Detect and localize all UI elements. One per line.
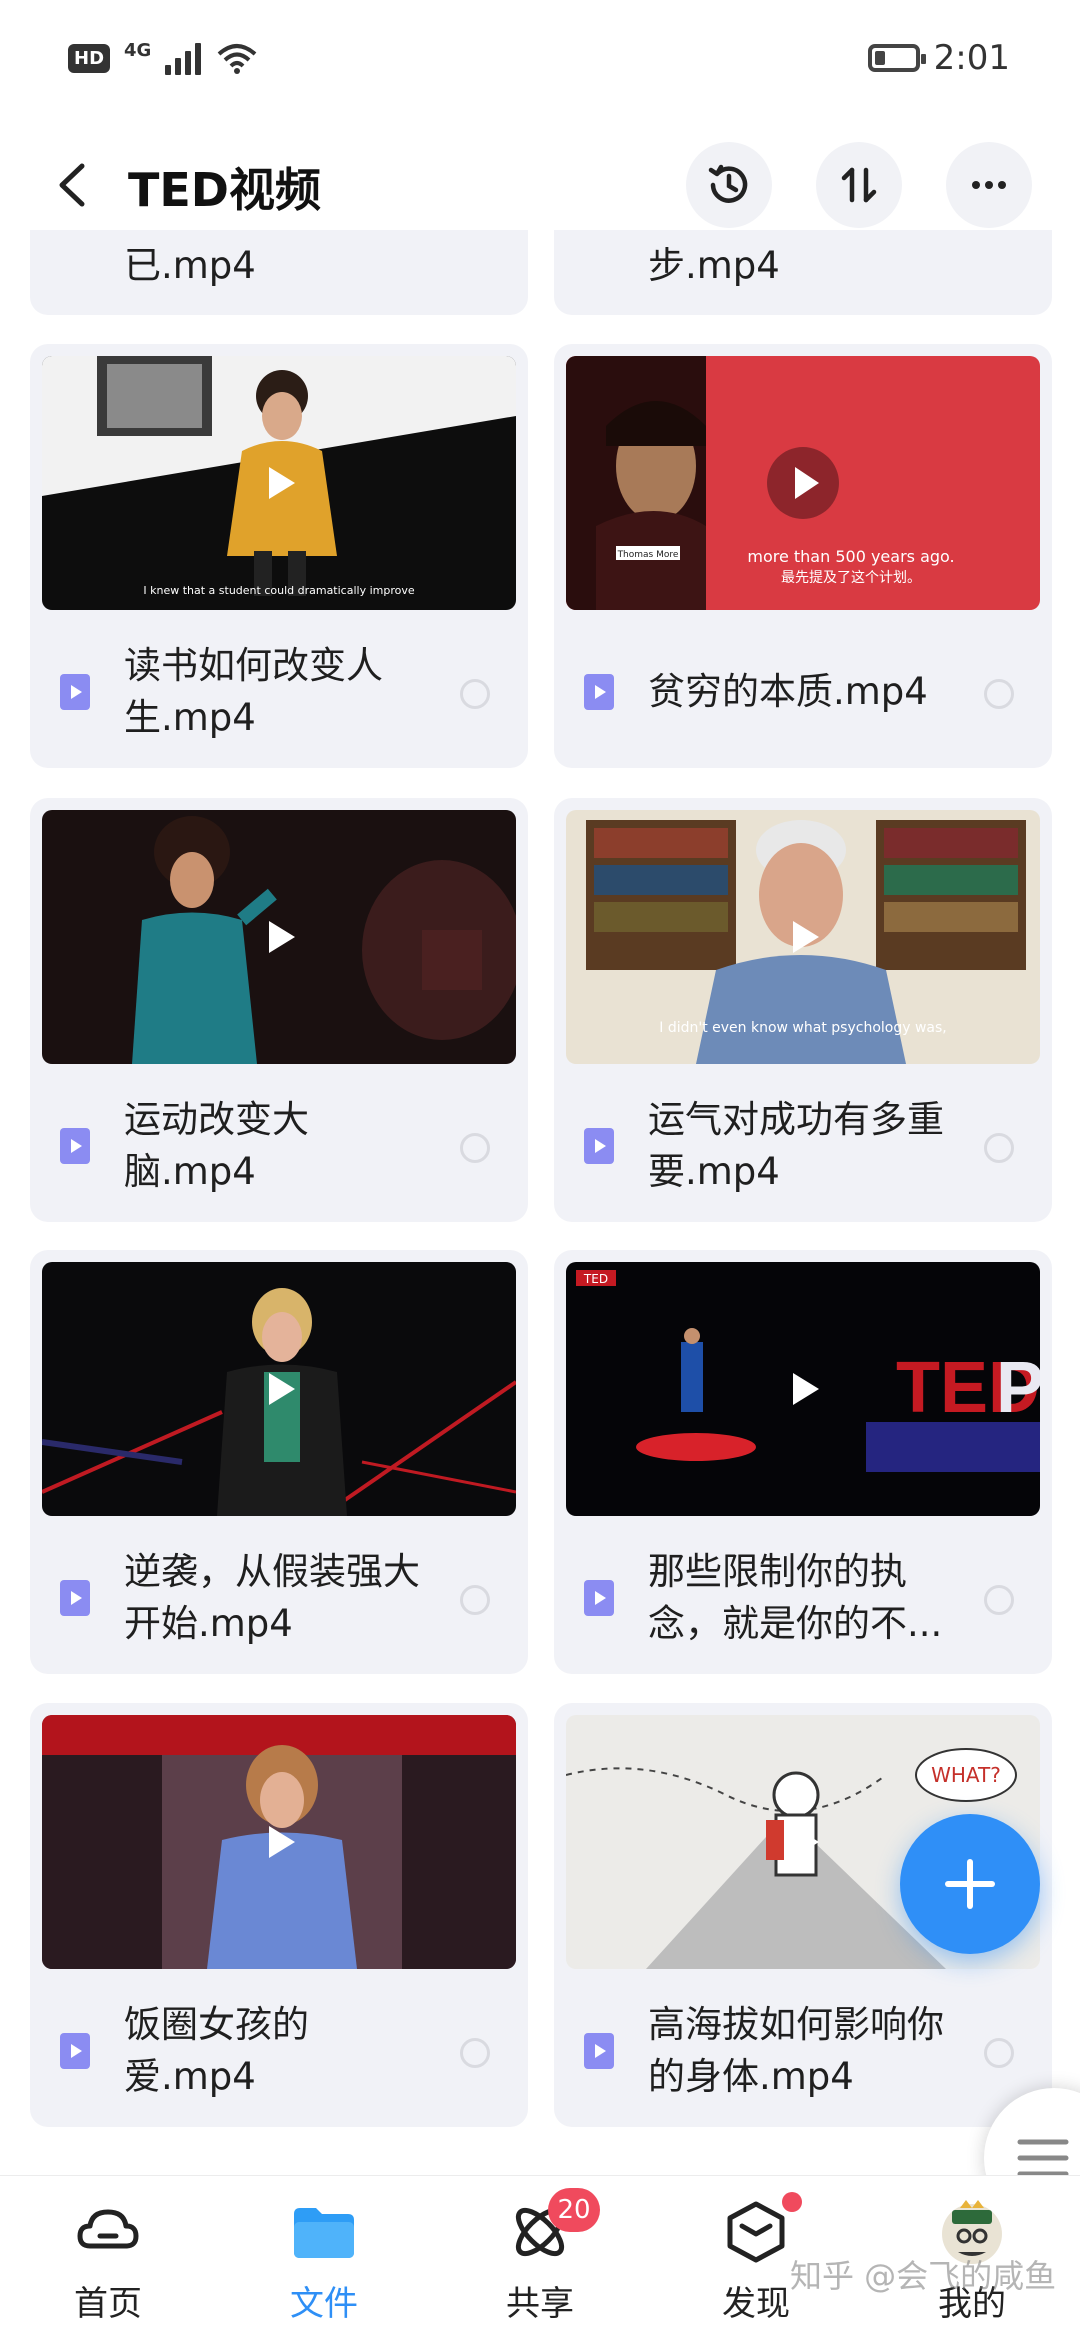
thumb-subtitle: I knew that a student could dramatically… xyxy=(143,584,414,597)
video-file-icon xyxy=(584,674,614,710)
share-atom-icon: 20 xyxy=(504,2188,600,2268)
status-bar: HD 4G 2:01 xyxy=(0,0,1080,120)
discover-cube-icon xyxy=(720,2192,802,2268)
thumb-tag: Thomas More xyxy=(617,550,679,560)
video-thumbnail xyxy=(42,810,516,1064)
file-name: 高海拔如何影响你的身体.mp4 xyxy=(648,2003,944,2098)
signal-icon xyxy=(165,41,202,75)
video-file-icon xyxy=(60,2033,90,2069)
history-button[interactable] xyxy=(686,142,772,228)
nav-files[interactable]: 文件 xyxy=(234,2196,414,2336)
play-icon xyxy=(767,447,839,519)
wifi-icon xyxy=(218,44,257,74)
thumb-caption: more than 500 years ago. xyxy=(747,547,954,566)
file-card[interactable]: 运动改变大脑.mp4 xyxy=(30,798,528,1222)
play-icon xyxy=(255,913,303,961)
select-radio[interactable] xyxy=(460,2038,490,2068)
video-file-icon xyxy=(584,1580,614,1616)
folder-icon xyxy=(288,2196,360,2268)
video-file-icon xyxy=(60,1128,90,1164)
file-name: 逆袭，从假装强大开始.mp4 xyxy=(124,1550,420,1645)
network-type: 4G xyxy=(124,39,152,61)
notification-dot xyxy=(782,2192,802,2212)
file-card[interactable]: 逆袭，从假装强大开始.mp4 xyxy=(30,1250,528,1674)
file-name: 读书如何改变人生.mp4 xyxy=(124,644,383,739)
svg-text:P: P xyxy=(996,1348,1040,1428)
plus-icon xyxy=(945,1859,995,1909)
video-thumbnail xyxy=(42,1715,516,1969)
select-radio[interactable] xyxy=(984,1585,1014,1615)
select-radio[interactable] xyxy=(984,679,1014,709)
play-icon xyxy=(255,1818,303,1866)
nav-label: 首页 xyxy=(74,2284,142,2324)
nav-label: 共享 xyxy=(506,2284,574,2324)
file-name: 那些限制你的执念，就是你的不... xyxy=(648,1550,943,1645)
file-name: 已.mp4 xyxy=(124,244,256,287)
thumb-caption-cn: 最先提及了这个计划。 xyxy=(781,569,921,586)
add-button[interactable] xyxy=(900,1814,1040,1954)
nav-home[interactable]: 首页 xyxy=(18,2196,198,2336)
file-card[interactable]: I knew that a student could dramatically… xyxy=(30,344,528,768)
select-radio[interactable] xyxy=(460,679,490,709)
thumb-bubble: WHAT? xyxy=(931,1763,1001,1787)
file-card[interactable]: TED P TED 那些限制你的执念，就是你的不... xyxy=(554,1250,1052,1674)
video-thumbnail: TED P TED xyxy=(566,1262,1040,1516)
video-thumbnail: I knew that a student could dramatically… xyxy=(42,356,516,610)
file-name: 运气对成功有多重要.mp4 xyxy=(648,1098,944,1193)
video-file-icon xyxy=(60,1580,90,1616)
sort-button[interactable] xyxy=(816,142,902,228)
video-thumbnail: I didn't even know what psychology was, xyxy=(566,810,1040,1064)
thumb-tag: TED xyxy=(583,1272,608,1286)
select-radio[interactable] xyxy=(460,1133,490,1163)
select-radio[interactable] xyxy=(984,2038,1014,2068)
file-card[interactable]: Thomas More more than 500 years ago. 最先提… xyxy=(554,344,1052,768)
sort-icon xyxy=(841,167,877,203)
home-cloud-icon xyxy=(72,2196,144,2268)
file-name: 运动改变大脑.mp4 xyxy=(124,1098,309,1193)
app-header: TED视频 xyxy=(0,130,1080,230)
play-icon xyxy=(779,1818,827,1866)
more-icon xyxy=(972,181,1006,189)
play-icon xyxy=(255,459,303,507)
video-file-icon xyxy=(60,674,90,710)
hd-indicator: HD xyxy=(68,43,111,73)
watermark: 知乎 @会飞的咸鱼 xyxy=(790,2257,1057,2295)
file-card[interactable]: I didn't even know what psychology was, … xyxy=(554,798,1052,1222)
file-name: 饭圈女孩的爱.mp4 xyxy=(124,2003,309,2098)
play-icon xyxy=(255,1365,303,1413)
more-button[interactable] xyxy=(946,142,1032,228)
play-icon xyxy=(779,1365,827,1413)
thumb-subtitle: I didn't even know what psychology was, xyxy=(659,1020,946,1036)
file-name: 步.mp4 xyxy=(648,244,780,287)
play-icon xyxy=(779,913,827,961)
video-thumbnail: Thomas More more than 500 years ago. 最先提… xyxy=(566,356,1040,610)
page-title: TED视频 xyxy=(128,163,321,217)
nav-label: 文件 xyxy=(290,2284,358,2324)
clock: 2:01 xyxy=(933,38,1010,78)
video-file-icon xyxy=(584,1128,614,1164)
bottom-nav: 首页 文件 20 共享 发现 我的 知乎 @会飞的咸鱼 xyxy=(0,2175,1080,2341)
select-radio[interactable] xyxy=(984,1133,1014,1163)
battery-icon xyxy=(867,44,926,72)
select-radio[interactable] xyxy=(460,1585,490,1615)
video-file-icon xyxy=(584,2033,614,2069)
file-name: 贫穷的本质.mp4 xyxy=(648,670,928,713)
nav-share[interactable]: 20 共享 xyxy=(450,2188,630,2336)
back-icon[interactable] xyxy=(48,158,98,212)
video-thumbnail xyxy=(42,1262,516,1516)
file-card[interactable]: 饭圈女孩的爱.mp4 xyxy=(30,1703,528,2127)
history-icon xyxy=(708,164,748,203)
share-badge: 20 xyxy=(548,2188,600,2232)
